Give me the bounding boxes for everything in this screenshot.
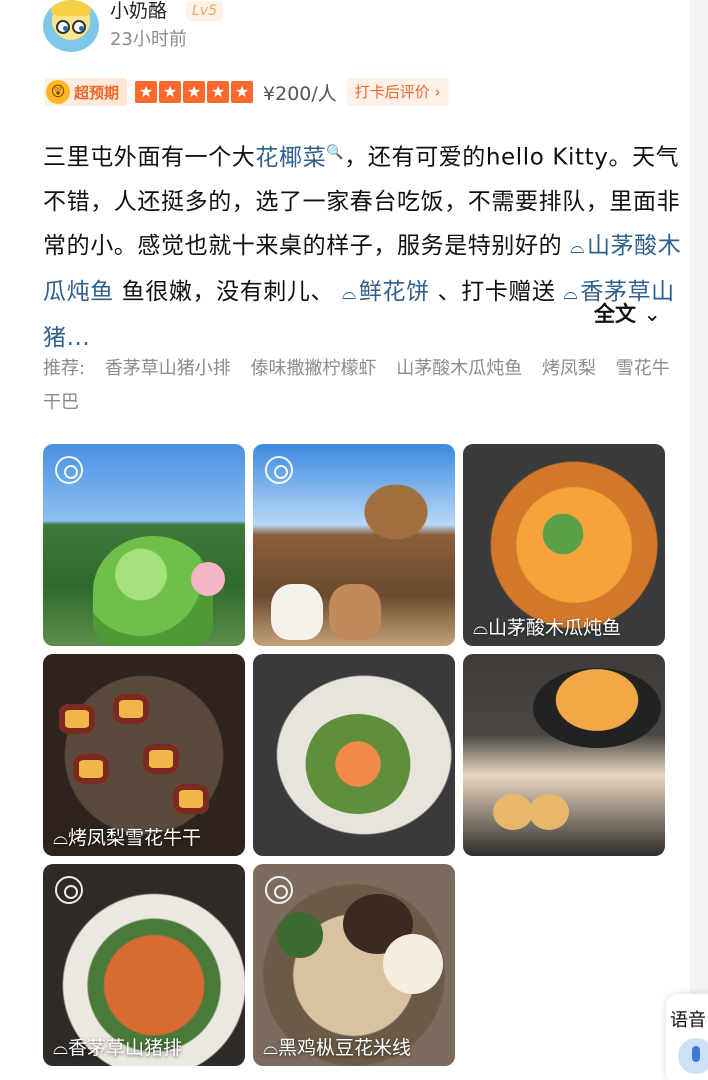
palm-tree-figure	[341, 464, 451, 544]
pig-figure	[191, 562, 225, 596]
dish-cover-icon: ⌓	[342, 282, 357, 304]
recommend-item[interactable]: 香茅草山猪小排	[105, 358, 231, 379]
right-edge-divider	[690, 0, 708, 1080]
star-icon: ★	[207, 81, 230, 103]
post-card: 小奶酪 Lv5 23小时前 😲 超预期 ★ ★ ★ ★ ★ ¥200/人 打卡后…	[0, 0, 708, 1080]
review-text: 三里屯外面有一个大花椰菜🔍，还有可爱的hello Kitty。天气不错，人还挺多…	[43, 130, 683, 360]
herbs-figure	[277, 912, 323, 958]
stew-pot-figure	[533, 668, 661, 748]
voice-label: 语音	[670, 1010, 706, 1031]
star-rating: ★ ★ ★ ★ ★	[135, 81, 255, 103]
live-photo-icon	[265, 876, 293, 904]
greens-figure	[523, 504, 603, 564]
surprised-emoji-icon: 😲	[46, 80, 70, 104]
photo-mushroom-noodle[interactable]: ⌓黑鸡枞豆花米线	[253, 864, 455, 1066]
microphone-icon	[678, 1038, 708, 1074]
chevron-down-icon: ⌄	[643, 302, 661, 326]
recommend-item[interactable]: 傣味撒撇柠檬虾	[251, 358, 377, 379]
photo-fish-stew[interactable]: ⌓山茅酸木瓜炖鱼	[463, 444, 665, 646]
shrimp-figure	[303, 714, 413, 814]
pineapple-slice	[73, 754, 109, 784]
star-icon: ★	[159, 81, 182, 103]
pineapple-slice	[173, 784, 209, 814]
review-text-part: 三里屯外面有一个大	[43, 144, 256, 171]
exceeds-expectation-badge: 😲 超预期	[44, 78, 128, 106]
fulltext-label: 全文	[594, 302, 636, 326]
photo-hello-kitty[interactable]	[253, 444, 455, 646]
dish-cover-icon: ⌓	[563, 282, 579, 304]
expand-fulltext-button[interactable]: 全文 ⌄	[594, 298, 661, 328]
photo-caption: ⌓山茅酸木瓜炖鱼	[473, 617, 622, 639]
photo-table-spread[interactable]	[463, 654, 665, 856]
bun-figure	[529, 794, 569, 830]
photo-cauliflower-sculpture[interactable]	[43, 444, 245, 646]
caption-text: 烤凤梨雪花牛干	[68, 827, 202, 849]
price-per-person: ¥200/人	[263, 82, 337, 105]
star-icon: ★	[135, 81, 158, 103]
search-icon: 🔍	[326, 144, 345, 160]
dish-cover-icon: ⌓	[570, 236, 585, 258]
recommend-label: 推荐:	[43, 358, 86, 379]
tofu-figure	[383, 934, 443, 994]
pineapple-slice	[143, 744, 179, 774]
live-photo-icon	[265, 456, 293, 484]
photo-caption: ⌓黑鸡枞豆花米线	[263, 1037, 412, 1059]
kitty-figure	[329, 584, 381, 640]
dish-tag-flower-cake[interactable]: ⌓鲜花饼	[342, 279, 430, 305]
recommend-item[interactable]: 烤凤梨	[542, 358, 596, 379]
badge-label: 超预期	[74, 83, 120, 102]
search-link-text: 花椰菜	[255, 144, 327, 171]
review-text-part: 、打卡赠送	[429, 278, 564, 305]
recommended-dishes: 推荐: 香茅草山猪小排 傣味撒撇柠檬虾 山茅酸木瓜炖鱼 烤凤梨 雪花牛干巴	[43, 352, 683, 420]
star-icon: ★	[231, 81, 254, 103]
photo-caption: ⌓香茅草山猪排	[53, 1037, 183, 1059]
star-icon: ★	[183, 81, 206, 103]
post-time: 23小时前	[110, 29, 187, 50]
hello-kitty-figure	[271, 584, 323, 640]
caption-text: 香茅草山猪排	[68, 1037, 183, 1059]
live-photo-icon	[55, 876, 83, 904]
avatar-hair	[51, 0, 91, 16]
photo-lemon-shrimp[interactable]	[253, 654, 455, 856]
avatar-eye-left	[56, 20, 70, 34]
bun-figure	[493, 794, 533, 830]
username[interactable]: 小奶酪	[110, 0, 167, 22]
checkin-review-button[interactable]: 打卡后评价 ›	[346, 78, 449, 106]
recommend-item[interactable]: 山茅酸木瓜炖鱼	[396, 358, 522, 379]
rating-row: 😲 超预期 ★ ★ ★ ★ ★ ¥200/人 打卡后评价 ›	[44, 78, 449, 106]
review-text-part: 鱼很嫩，没有刺儿、	[113, 278, 343, 305]
caption-text: 山茅酸木瓜炖鱼	[488, 617, 622, 639]
avatar-eye-right	[72, 20, 86, 34]
photo-caption: ⌓烤凤梨雪花牛干	[53, 827, 202, 849]
photo-pineapple-beef[interactable]: ⌓烤凤梨雪花牛干	[43, 654, 245, 856]
voice-button[interactable]: 语音	[666, 994, 708, 1080]
live-photo-icon	[55, 456, 83, 484]
search-link-cauliflower[interactable]: 花椰菜🔍	[255, 144, 345, 171]
photo-lemongrass-pork[interactable]: ⌓香茅草山猪排	[43, 864, 245, 1066]
user-level-badge: Lv5	[186, 1, 223, 21]
pineapple-slice	[59, 704, 95, 734]
dish-tag-label: 鲜花饼	[358, 278, 430, 305]
caption-text: 黑鸡枞豆花米线	[278, 1037, 412, 1059]
user-avatar[interactable]	[43, 0, 99, 52]
pineapple-slice	[113, 694, 149, 724]
